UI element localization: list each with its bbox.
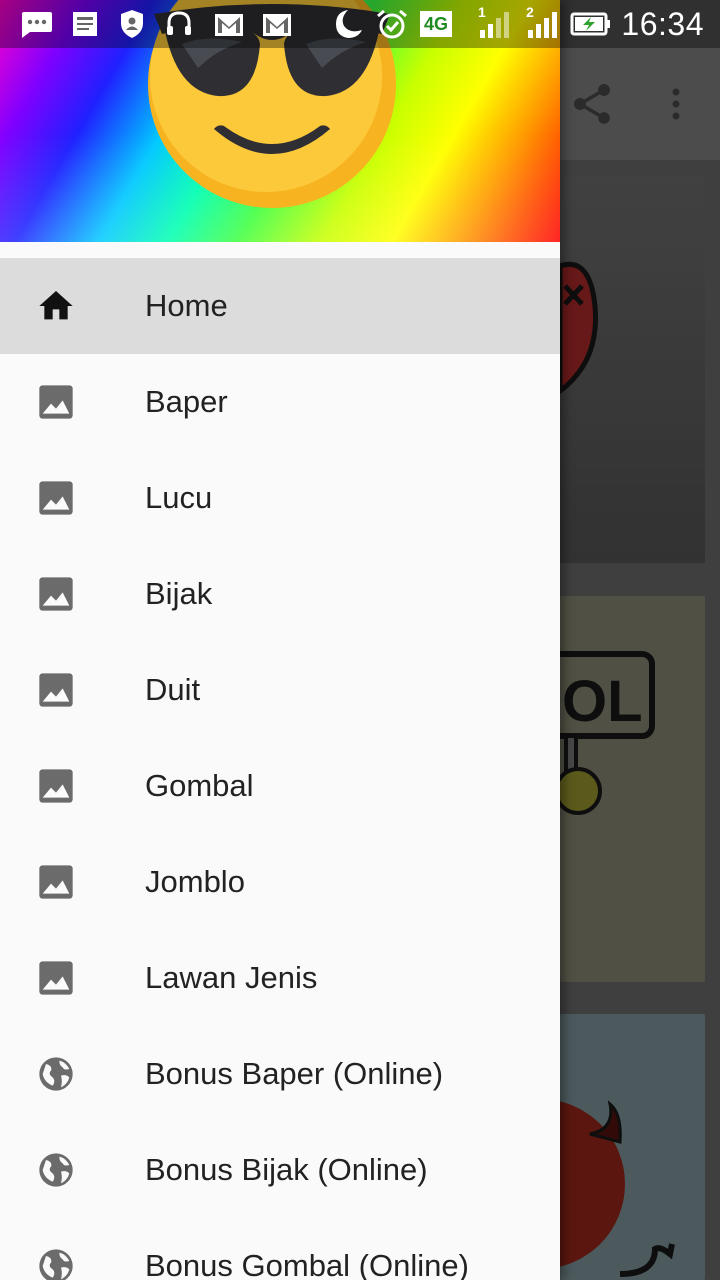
gmail-icon <box>215 14 243 36</box>
sim1-signal-icon: 1 <box>474 4 514 40</box>
menu-item-label: Jomblo <box>145 864 245 899</box>
image-icon <box>39 865 73 899</box>
image-icon <box>39 961 73 995</box>
image-icon <box>39 385 73 419</box>
sim1-label: 1 <box>478 4 486 20</box>
menu-item-label: Baper <box>145 384 228 419</box>
menu-item-jomblo[interactable]: Jomblo <box>0 834 560 930</box>
navigation-drawer: Home Baper Lucu Bijak Duit Gombal Jomblo <box>0 0 560 1280</box>
menu-item-label: Lawan Jenis <box>145 960 318 995</box>
menu-item-label: Bonus Gombal (Online) <box>145 1248 469 1280</box>
globe-icon <box>39 1249 73 1280</box>
menu-item-bonus-gombal[interactable]: Bonus Gombal (Online) <box>0 1218 560 1280</box>
sim2-label: 2 <box>526 4 534 20</box>
menu-item-label: Gombal <box>145 768 254 803</box>
network-type-label: 4G <box>420 11 453 37</box>
clock: 16:34 <box>621 6 704 42</box>
globe-icon <box>39 1153 73 1187</box>
menu-item-label: Duit <box>145 672 201 707</box>
do-not-disturb-moon-icon <box>336 10 362 38</box>
menu-item-bonus-baper[interactable]: Bonus Baper (Online) <box>0 1026 560 1122</box>
menu-item-lawan-jenis[interactable]: Lawan Jenis <box>0 930 560 1026</box>
menu-item-baper[interactable]: Baper <box>0 354 560 450</box>
sim2-signal-icon: 2 <box>522 4 562 40</box>
menu-item-lucu[interactable]: Lucu <box>0 450 560 546</box>
menu-item-gombal[interactable]: Gombal <box>0 738 560 834</box>
image-icon <box>39 481 73 515</box>
drawer-scrim[interactable] <box>560 48 720 1280</box>
menu-item-bonus-bijak[interactable]: Bonus Bijak (Online) <box>0 1122 560 1218</box>
menu-item-bijak[interactable]: Bijak <box>0 546 560 642</box>
image-icon <box>39 769 73 803</box>
globe-icon <box>39 1057 73 1091</box>
home-icon <box>39 291 73 320</box>
shield-user-icon <box>121 10 143 38</box>
image-icon <box>39 577 73 611</box>
network-4g-icon: 4G <box>420 8 464 40</box>
menu-item-label: Bonus Baper (Online) <box>145 1056 444 1091</box>
battery-charging-icon <box>570 12 610 36</box>
message-icon <box>22 12 52 38</box>
menu-item-home[interactable]: Home <box>0 258 560 354</box>
menu-item-label: Lucu <box>145 480 213 515</box>
news-icon <box>73 12 97 36</box>
status-bar: 4G 1 2 16:34 <box>0 0 720 48</box>
drawer-menu: Home Baper Lucu Bijak Duit Gombal Jomblo <box>0 258 560 1280</box>
menu-item-label: Bijak <box>145 576 213 611</box>
alarm-icon <box>377 9 407 39</box>
menu-item-duit[interactable]: Duit <box>0 642 560 738</box>
gmail-icon <box>263 14 291 36</box>
headset-icon <box>167 11 191 35</box>
menu-item-label: Bonus Bijak (Online) <box>145 1152 428 1187</box>
image-icon <box>39 673 73 707</box>
menu-item-label: Home <box>145 288 228 323</box>
